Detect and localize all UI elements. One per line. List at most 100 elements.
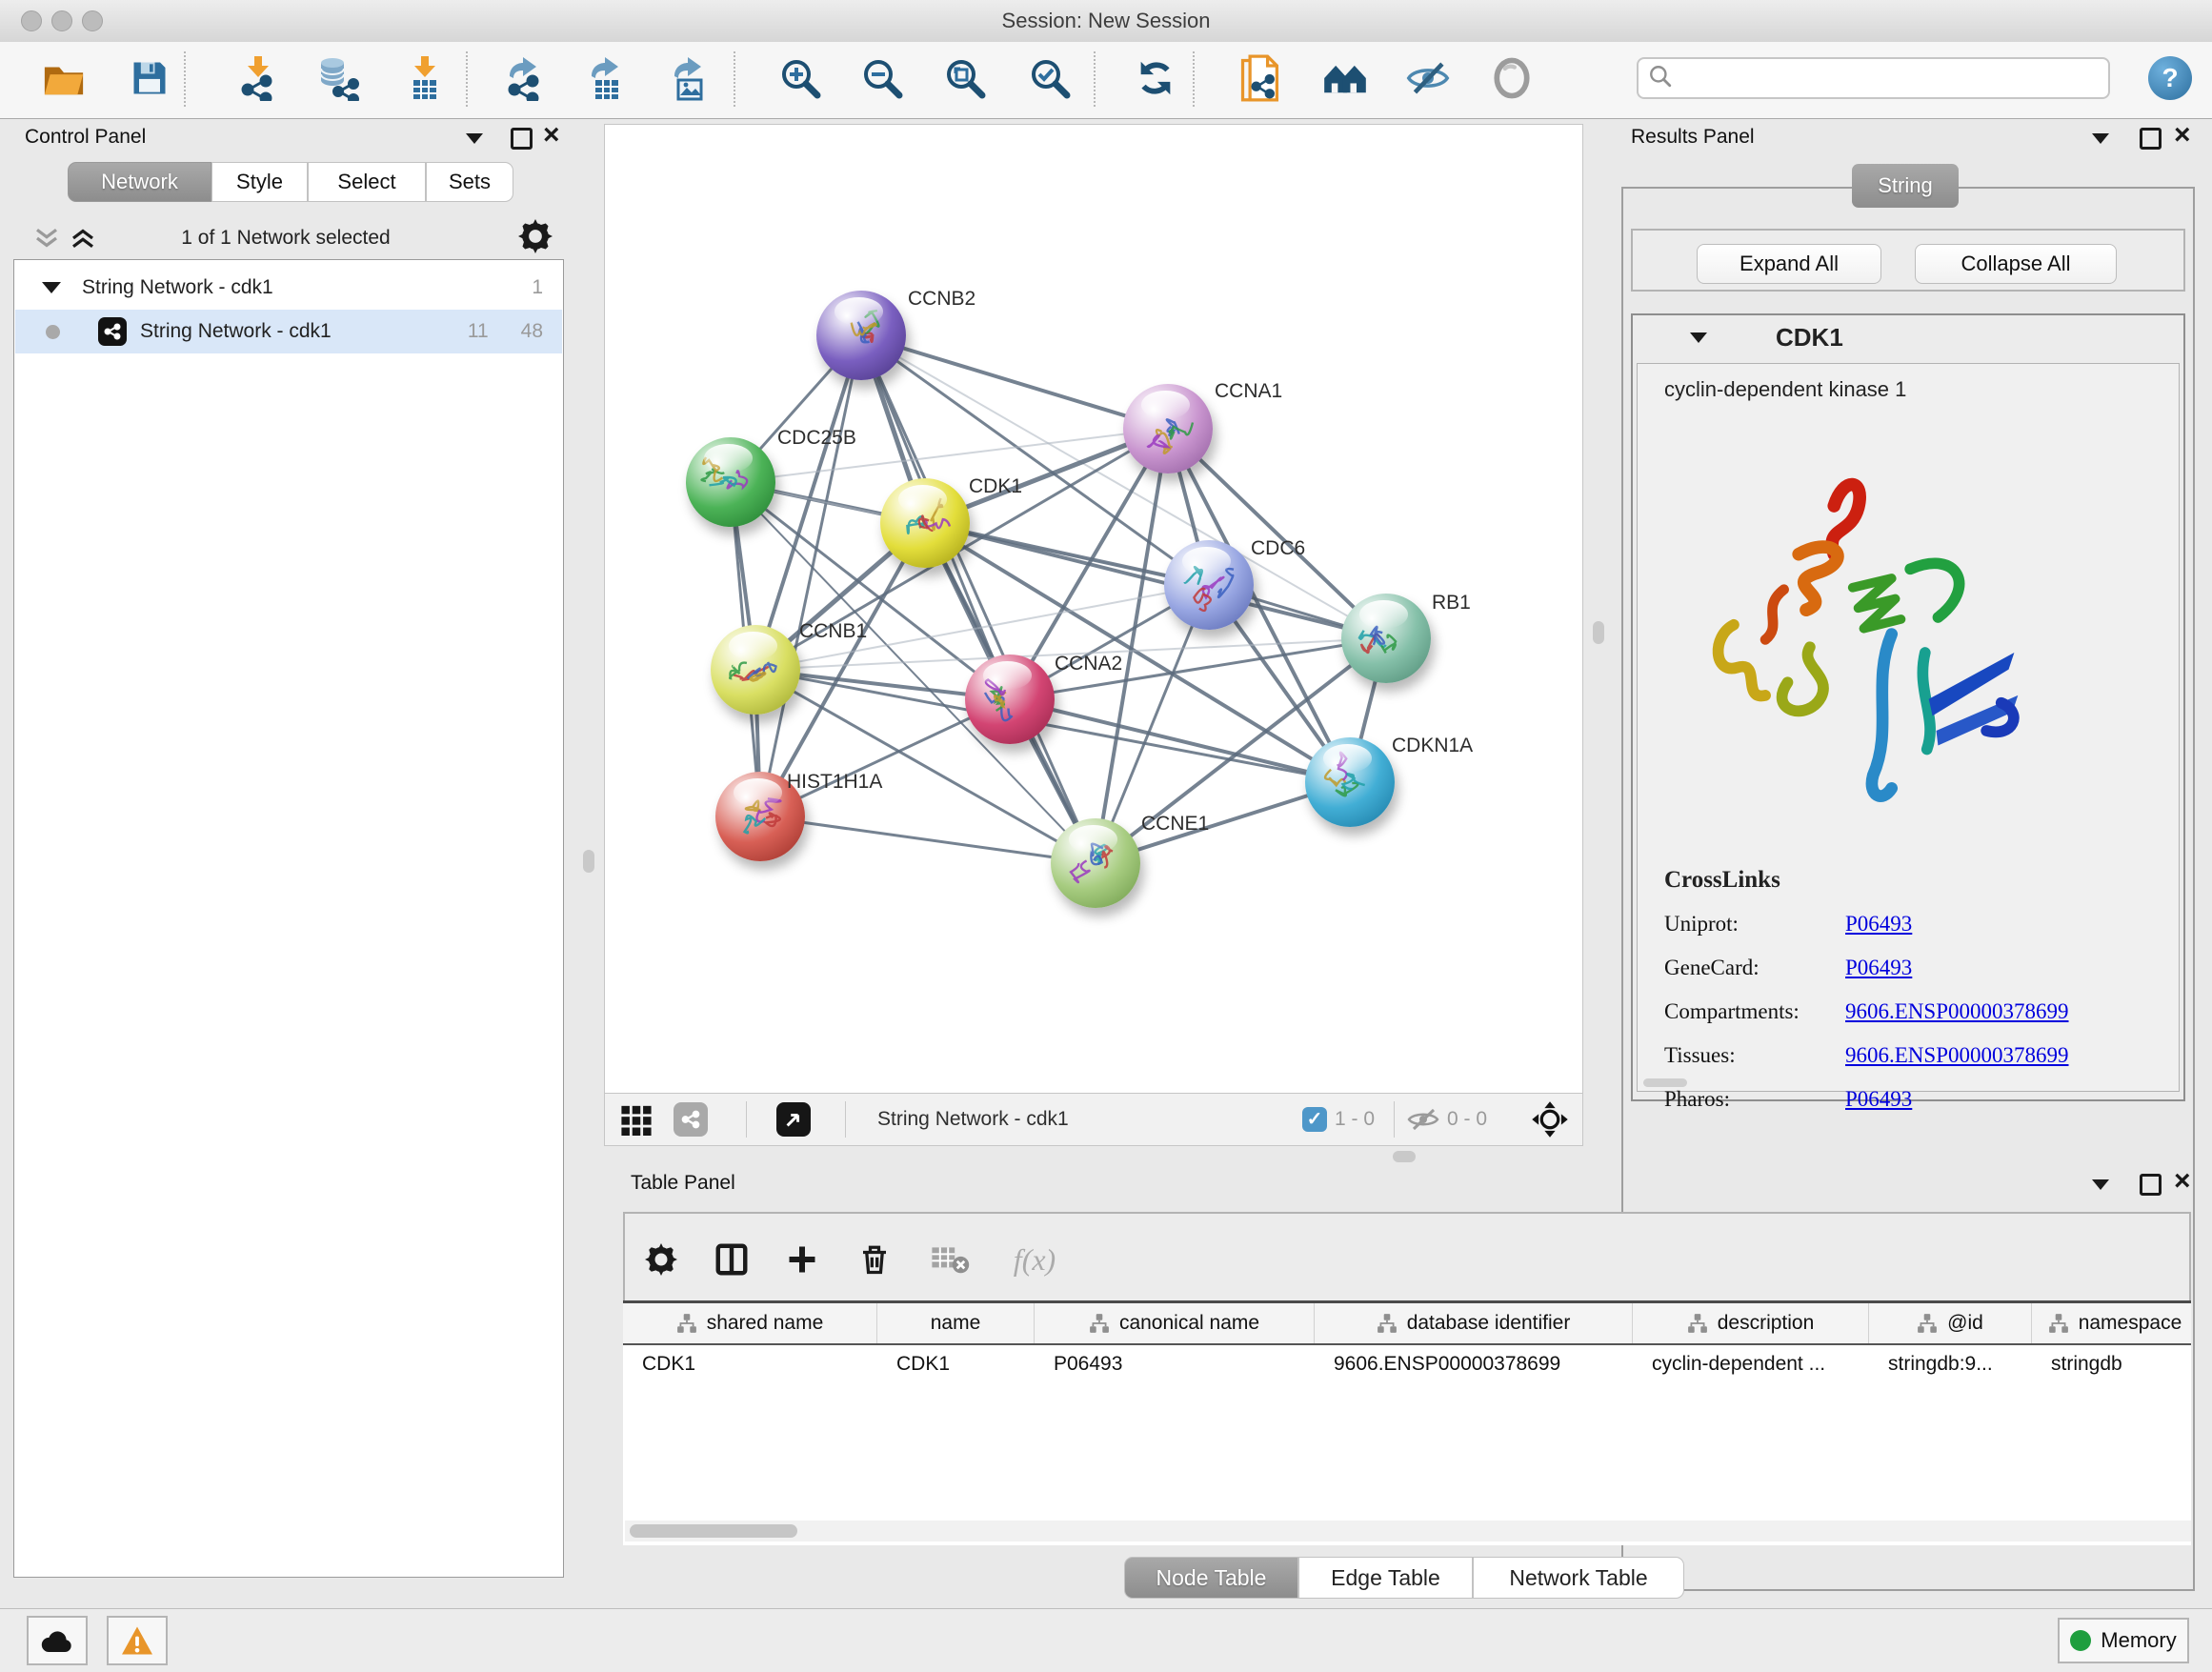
crosslink-link[interactable]: P06493 bbox=[1845, 912, 1912, 950]
add-column-button[interactable] bbox=[777, 1235, 827, 1284]
network-node-ccnb1[interactable] bbox=[711, 625, 800, 715]
table-cell[interactable]: CDK1 bbox=[623, 1345, 877, 1383]
collapse-all-tree-icon[interactable] bbox=[32, 225, 61, 256]
results-panel-menu-caret[interactable] bbox=[2092, 133, 2109, 144]
network-row-selected[interactable]: String Network - cdk1 11 48 bbox=[15, 310, 562, 353]
import-network-file-button[interactable] bbox=[233, 55, 283, 105]
column-header-name[interactable]: name bbox=[877, 1303, 1035, 1343]
documents-share-button[interactable] bbox=[1236, 55, 1285, 105]
horizontal-splitter-handle[interactable] bbox=[1393, 1151, 1416, 1162]
table-panel-menu-caret[interactable] bbox=[2092, 1179, 2109, 1190]
birds-eye-toggle-button[interactable] bbox=[1531, 1094, 1569, 1144]
network-collection-row[interactable]: String Network - cdk1 1 bbox=[15, 266, 562, 310]
delete-table-button[interactable] bbox=[926, 1235, 975, 1284]
column-header--id[interactable]: @id bbox=[1869, 1303, 2032, 1343]
grid-view-button[interactable] bbox=[620, 1094, 653, 1144]
network-node-ccna2[interactable] bbox=[965, 655, 1055, 744]
table-cell[interactable]: 9606.ENSP00000378699 bbox=[1315, 1345, 1633, 1383]
results-panel-float-icon[interactable] bbox=[2140, 128, 2162, 150]
tree-expand-caret[interactable] bbox=[42, 282, 61, 293]
memory-button[interactable]: Memory bbox=[2058, 1618, 2189, 1663]
expand-all-tree-icon[interactable] bbox=[69, 225, 97, 256]
control-panel-menu-caret[interactable] bbox=[466, 133, 483, 144]
network-node-rb1[interactable] bbox=[1341, 594, 1431, 683]
export-network-button[interactable] bbox=[500, 55, 550, 105]
network-node-cdc25b[interactable] bbox=[686, 437, 775, 527]
save-session-button[interactable] bbox=[125, 55, 174, 105]
table-panel-close-icon[interactable]: × bbox=[2174, 1172, 2191, 1191]
control-panel-close-icon[interactable]: × bbox=[543, 126, 560, 145]
crosslink-link[interactable]: P06493 bbox=[1845, 1087, 1912, 1125]
tab-select[interactable]: Select bbox=[308, 162, 426, 202]
table-panel-float-icon[interactable] bbox=[2140, 1174, 2162, 1196]
export-table-button[interactable] bbox=[582, 55, 632, 105]
scrollbar-thumb[interactable] bbox=[630, 1524, 797, 1538]
network-node-ccne1[interactable] bbox=[1051, 818, 1140, 908]
refresh-view-button[interactable] bbox=[1131, 55, 1180, 105]
table-cell[interactable]: stringdb bbox=[2032, 1345, 2191, 1383]
tab-style[interactable]: Style bbox=[211, 162, 308, 202]
external-arrow-icon bbox=[776, 1102, 811, 1137]
table-row[interactable]: CDK1CDK1P064939606.ENSP00000378699cyclin… bbox=[623, 1345, 2191, 1383]
table-gear-button[interactable] bbox=[636, 1235, 686, 1284]
table-horizontal-scrollbar[interactable] bbox=[625, 1521, 2191, 1541]
detach-view-button[interactable] bbox=[776, 1094, 811, 1144]
delete-column-button[interactable] bbox=[850, 1235, 899, 1284]
expand-all-button[interactable]: Expand All bbox=[1697, 244, 1881, 284]
table-cell[interactable]: CDK1 bbox=[877, 1345, 1035, 1383]
export-image-button[interactable] bbox=[665, 55, 714, 105]
network-options-gear-icon[interactable] bbox=[518, 219, 553, 258]
column-header-database-identifier[interactable]: database identifier bbox=[1315, 1303, 1633, 1343]
tab-sets[interactable]: Sets bbox=[426, 162, 513, 202]
crosslink-row: GeneCard:P06493 bbox=[1664, 956, 2160, 994]
zoom-fit-button[interactable] bbox=[940, 55, 990, 105]
string-panel-toggle-button[interactable] bbox=[674, 1094, 708, 1144]
mini-scrollbar-thumb[interactable] bbox=[1643, 1078, 1687, 1087]
network-view-canvas[interactable]: CCNB2CCNA1CDC25BCDK1CDC6RB1CCNB1CCNA2CDK… bbox=[604, 124, 1583, 1094]
table-cell[interactable]: stringdb:9... bbox=[1869, 1345, 2032, 1383]
crosslink-link[interactable]: 9606.ENSP00000378699 bbox=[1845, 999, 2069, 1037]
column-header-description[interactable]: description bbox=[1633, 1303, 1869, 1343]
warnings-button[interactable] bbox=[107, 1616, 168, 1665]
network-node-cdc6[interactable] bbox=[1164, 540, 1254, 630]
help-button[interactable]: ? bbox=[2148, 56, 2192, 100]
tab-network[interactable]: Network bbox=[68, 162, 211, 202]
show-columns-button[interactable] bbox=[707, 1235, 756, 1284]
function-builder-button[interactable]: f(x) bbox=[996, 1235, 1073, 1284]
control-panel-float-icon[interactable] bbox=[511, 128, 533, 150]
column-header-canonical-name[interactable]: canonical name bbox=[1035, 1303, 1315, 1343]
network-node-ccna1[interactable] bbox=[1123, 384, 1213, 473]
column-header-namespace[interactable]: namespace bbox=[2032, 1303, 2191, 1343]
tab-edge-table[interactable]: Edge Table bbox=[1298, 1557, 1473, 1599]
network-node-ccnb2[interactable] bbox=[816, 291, 906, 380]
network-node-cdkn1a[interactable] bbox=[1305, 737, 1395, 827]
protein-structure-image[interactable] bbox=[1690, 469, 2071, 840]
tab-string-results[interactable]: String bbox=[1852, 164, 1959, 208]
search-input[interactable] bbox=[1673, 67, 2108, 91]
vertical-splitter-handle[interactable] bbox=[1593, 621, 1604, 644]
vertical-splitter-handle[interactable] bbox=[583, 850, 594, 873]
open-session-button[interactable] bbox=[39, 55, 89, 105]
import-network-database-button[interactable] bbox=[313, 55, 363, 105]
import-table-file-button[interactable] bbox=[400, 55, 450, 105]
protein-section-caret[interactable] bbox=[1690, 332, 1707, 343]
table-cell[interactable]: P06493 bbox=[1035, 1345, 1315, 1383]
zoom-selected-button[interactable] bbox=[1025, 55, 1075, 105]
table-cell[interactable]: cyclin-dependent ... bbox=[1633, 1345, 1869, 1383]
crosslink-link[interactable]: P06493 bbox=[1845, 956, 1912, 994]
results-panel-close-icon[interactable]: × bbox=[2174, 126, 2191, 145]
home-button[interactable] bbox=[1320, 55, 1370, 105]
show-graphics-details-button[interactable] bbox=[1487, 55, 1537, 105]
tab-network-table[interactable]: Network Table bbox=[1473, 1557, 1684, 1599]
tab-node-table[interactable]: Node Table bbox=[1124, 1557, 1298, 1599]
hide-graphics-details-button[interactable] bbox=[1403, 55, 1453, 105]
search-box[interactable] bbox=[1637, 57, 2110, 99]
column-header-shared-name[interactable]: shared name bbox=[623, 1303, 877, 1343]
crosslink-link[interactable]: 9606.ENSP00000378699 bbox=[1845, 1043, 2069, 1081]
collapse-all-button[interactable]: Collapse All bbox=[1915, 244, 2117, 284]
network-tree: String Network - cdk1 1 String Network -… bbox=[13, 259, 564, 1578]
network-node-cdk1[interactable] bbox=[880, 478, 970, 568]
zoom-out-button[interactable] bbox=[857, 55, 907, 105]
zoom-in-button[interactable] bbox=[775, 55, 825, 105]
cloud-button[interactable] bbox=[27, 1616, 88, 1665]
